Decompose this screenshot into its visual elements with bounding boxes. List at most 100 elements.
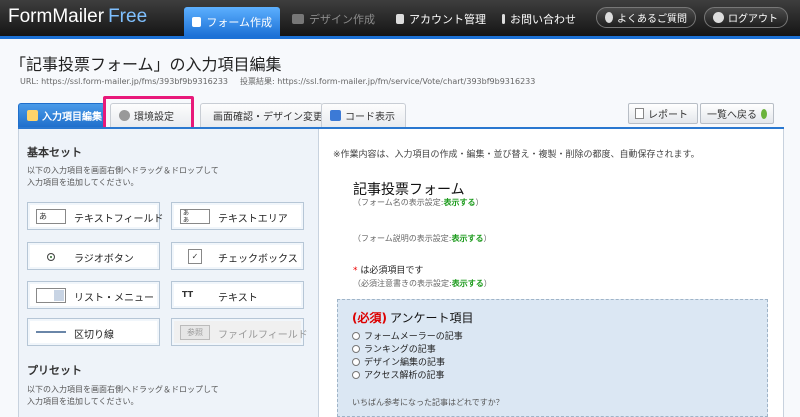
nav-account[interactable]: アカウント管理 <box>388 7 494 31</box>
preset-desc-2: 入力項目を追加してください。 <box>27 397 139 406</box>
desc-setting-prefix: （フォーム説明の表示設定: <box>353 234 452 243</box>
tab-code-label: コード表示 <box>345 112 395 123</box>
basic-set-desc-1: 以下の入力項目を画面右側へドラッグ＆ドロップして <box>27 166 219 175</box>
nav-contact[interactable]: お問い合わせ <box>494 7 584 31</box>
radio-icon <box>36 249 66 264</box>
page-title: 「記事投票フォーム」の入力項目編集 <box>10 55 282 74</box>
option-2[interactable]: ランキングの記事 <box>352 342 436 355</box>
desc-setting-link[interactable]: 表示する <box>451 234 483 243</box>
field-text[interactable]: あテキストフィールド <box>27 202 164 230</box>
option-4[interactable]: アクセス解析の記事 <box>352 368 445 381</box>
nav-design-label: デザイン作成 <box>309 13 375 26</box>
report-button[interactable]: レポート <box>628 103 698 124</box>
tab-design[interactable]: 画面確認・デザイン変更 <box>200 103 323 127</box>
checkbox-icon: ✓ <box>188 249 202 264</box>
tab-input-edit[interactable]: 入力項目編集 <box>18 103 105 127</box>
form-url[interactable]: URL: https://ssl.form-mailer.jp/fms/393b… <box>20 77 228 86</box>
back-label: 一覧へ戻る <box>707 110 757 121</box>
textarea-icon: あ あ <box>180 209 210 224</box>
select-icon <box>36 288 66 303</box>
nav-account-label: アカウント管理 <box>409 13 486 26</box>
name-setting-link[interactable]: 表示する <box>443 198 475 207</box>
option-3-label: デザイン編集の記事 <box>364 358 446 368</box>
field-statictext[interactable]: TT テキスト <box>171 281 304 309</box>
autosave-note: ※作業内容は、入力項目の作成・編集・並び替え・複製・削除の都度、自動保存されます… <box>333 150 700 160</box>
field-file-label: ファイルフィールド <box>218 330 308 341</box>
option-1-label: フォームメーラーの記事 <box>364 332 463 342</box>
logout-icon <box>713 12 724 23</box>
user-icon <box>396 14 404 24</box>
form-name-setting: （フォーム名の表示設定:表示する） <box>353 197 483 208</box>
tab-input-label: 入力項目編集 <box>42 112 102 123</box>
field-checkbox-label: チェックボックス <box>218 254 298 265</box>
edit-icon <box>27 110 38 121</box>
report-label: レポート <box>648 110 688 121</box>
desc-setting-suffix: ） <box>483 234 492 243</box>
field-file: 参照 ファイルフィールド <box>171 318 308 346</box>
option-4-label: アクセス解析の記事 <box>364 371 445 381</box>
result-url[interactable]: 投票結果: https://ssl.form-mailer.jp/fm/serv… <box>240 77 535 86</box>
app-logo[interactable]: FormMailer Free <box>8 6 147 30</box>
nav-form-create[interactable]: フォーム作成 <box>184 7 280 36</box>
question-help: いちばん参考になった記事はどれですか？ <box>352 398 504 407</box>
question-title-text: アンケート項目 <box>389 311 474 325</box>
faq-button[interactable]: よくあるご質問 <box>596 7 696 28</box>
field-radio[interactable]: ラジオボタン <box>27 242 160 270</box>
faq-label: よくあるご質問 <box>617 14 687 25</box>
header-divider <box>0 36 800 39</box>
preset-title: プリセット <box>27 364 82 377</box>
required-badge: (必須) <box>352 311 387 325</box>
nav-contact-label: お問い合わせ <box>510 13 576 26</box>
option-1[interactable]: フォームメーラーの記事 <box>352 329 463 342</box>
field-statictext-label: テキスト <box>218 293 258 304</box>
back-to-list-button[interactable]: 一覧へ戻る <box>700 103 774 124</box>
form-title[interactable]: 記事投票フォーム <box>353 179 465 199</box>
logout-button[interactable]: ログアウト <box>704 7 788 28</box>
basic-set-desc-2: 入力項目を追加してください。 <box>27 178 139 187</box>
field-textarea-label: テキストエリア <box>218 214 288 225</box>
req-setting-suffix: ） <box>483 279 492 288</box>
form-icon <box>192 16 202 27</box>
option-3[interactable]: デザイン編集の記事 <box>352 355 445 368</box>
file-browse-icon: 参照 <box>180 325 210 340</box>
form-canvas: ※作業内容は、入力項目の作成・編集・並び替え・複製・削除の都度、自動保存されます… <box>318 129 784 417</box>
field-radio-label: ラジオボタン <box>74 254 134 265</box>
required-text: は必須項目です <box>357 266 424 276</box>
question-title: (必須) アンケート項目 <box>352 309 474 326</box>
logo-main: FormMailer <box>8 6 105 27</box>
help-icon <box>605 12 613 23</box>
radio-icon <box>352 344 360 353</box>
req-setting-link[interactable]: 表示する <box>452 279 484 288</box>
nav-design-create[interactable]: デザイン作成 <box>284 7 386 31</box>
tab-design-label: 画面確認・デザイン変更 <box>213 112 323 123</box>
field-checkbox[interactable]: ✓ チェックボックス <box>171 242 304 270</box>
field-select-label: リスト・メニュー <box>74 293 154 304</box>
code-icon <box>330 110 341 121</box>
text-icon: TT <box>182 290 194 299</box>
field-select[interactable]: リスト・メニュー <box>27 281 160 309</box>
field-palette: 基本セット 以下の入力項目を画面右側へドラッグ＆ドロップして 入力項目を追加して… <box>18 129 318 417</box>
logout-label: ログアウト <box>728 14 778 25</box>
logo-free: Free <box>108 6 148 27</box>
field-divider-label: 区切り線 <box>74 330 114 341</box>
global-header: FormMailer Free フォーム作成 デザイン作成 アカウント管理 お問い… <box>0 0 800 36</box>
preset-desc-1: 以下の入力項目を画面右側へドラッグ＆ドロップして <box>27 385 219 394</box>
tab-code[interactable]: コード表示 <box>321 103 406 127</box>
form-desc-setting: （フォーム説明の表示設定:表示する） <box>353 233 491 244</box>
field-text-label: テキストフィールド <box>74 214 164 225</box>
basic-set-title: 基本セット <box>27 146 82 159</box>
report-icon <box>635 108 644 119</box>
required-setting: （必須注意書きの表示設定:表示する） <box>353 278 492 289</box>
radio-icon <box>352 357 360 366</box>
mail-icon <box>502 14 505 24</box>
design-icon <box>292 14 304 24</box>
field-textarea[interactable]: あ あテキストエリア <box>171 202 304 230</box>
arrow-right-icon <box>761 108 767 119</box>
req-setting-prefix: （必須注意書きの表示設定: <box>353 279 452 288</box>
question-block[interactable]: (必須) アンケート項目 フォームメーラーの記事 ランキングの記事 デザイン編集の… <box>337 299 768 417</box>
name-setting-prefix: （フォーム名の表示設定: <box>353 198 444 207</box>
required-note: * は必須項目です <box>353 263 423 276</box>
option-2-label: ランキングの記事 <box>364 345 436 355</box>
field-divider[interactable]: 区切り線 <box>27 318 160 346</box>
url-line: URL: https://ssl.form-mailer.jp/fms/393b… <box>20 76 535 87</box>
